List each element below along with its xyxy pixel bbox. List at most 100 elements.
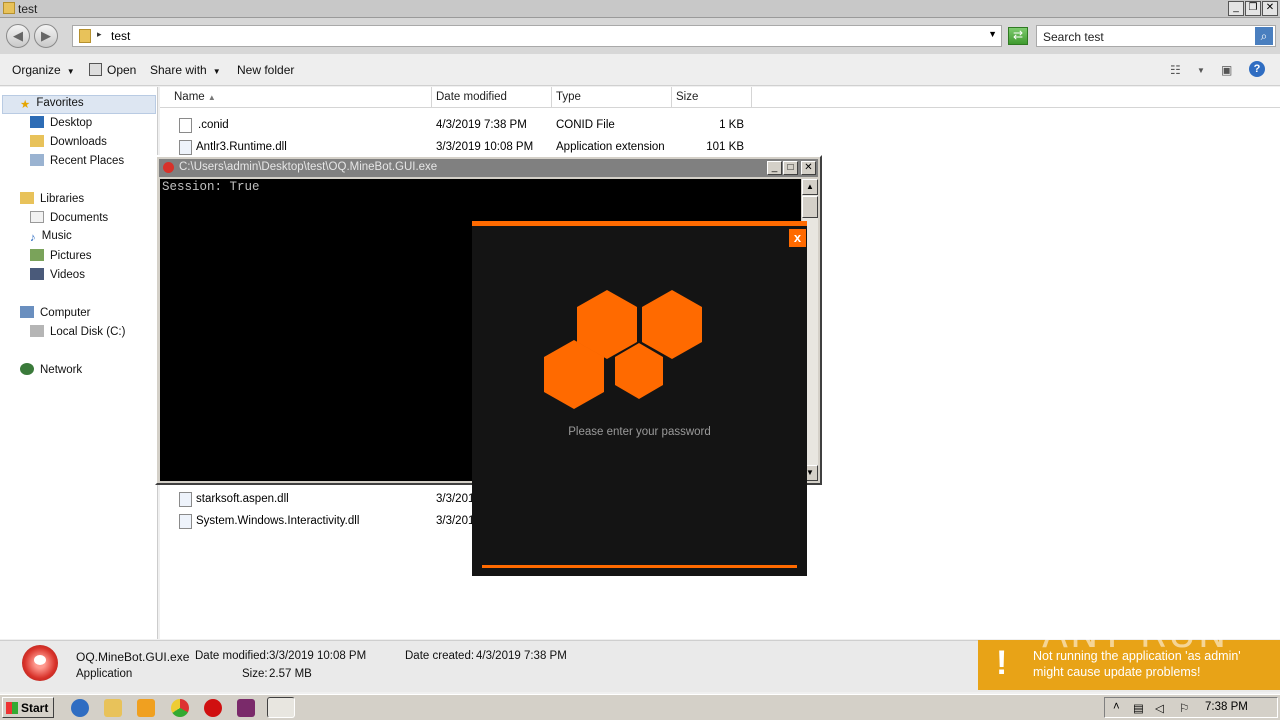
flag-icon[interactable]: ⚐ (1179, 701, 1189, 715)
music-icon: ♪ (30, 232, 36, 244)
nav-label: Computer (40, 307, 91, 319)
file-row[interactable]: .conid 4/3/2019 7:38 PM CONID File 1 KB (160, 116, 1280, 136)
console-minimize-button[interactable]: _ (767, 161, 782, 175)
forward-button[interactable]: ▶ (34, 24, 58, 48)
chevron-up-icon[interactable]: ˄ (1113, 701, 1120, 713)
anyrun-watermark: ANY RUN (1042, 612, 1229, 656)
file-date: 3/3/201 (436, 493, 475, 505)
close-button[interactable]: ✕ (1262, 1, 1278, 16)
chevron-down-icon[interactable]: ▼ (988, 29, 997, 39)
chevron-right-icon[interactable]: ▸ (97, 29, 102, 40)
file-type: CONID File (556, 119, 615, 131)
file-name: System.Windows.Interactivity.dll (196, 515, 360, 527)
explorer-icon[interactable] (104, 699, 122, 717)
details-filename: OQ.MineBot.GUI.exe (76, 650, 190, 664)
organize-button[interactable]: Organize ▼ (12, 63, 75, 77)
minebot-taskbar-button[interactable] (267, 697, 295, 718)
address-path[interactable]: test (111, 29, 130, 43)
nav-item-desktop[interactable]: Desktop (30, 116, 92, 129)
windows-logo-icon (6, 702, 18, 714)
start-button[interactable]: Start (2, 697, 54, 718)
help-icon[interactable]: ? (1249, 61, 1265, 77)
console-maximize-button[interactable]: □ (783, 161, 798, 175)
minebot-app-icon (22, 645, 58, 681)
explorer-title-bar: test _ ❐ ✕ (0, 0, 1280, 18)
search-input[interactable]: Search test ⌕ (1036, 25, 1276, 47)
details-date-modified-label: Date modified: (195, 650, 270, 662)
network-tray-icon[interactable]: ▤ (1133, 701, 1144, 715)
winrar-icon[interactable] (237, 699, 255, 717)
scroll-thumb[interactable] (802, 196, 818, 218)
share-with-label: Share with (150, 63, 207, 77)
minimize-button[interactable]: _ (1228, 1, 1244, 16)
console-title-bar[interactable]: C:\Users\admin\Desktop\test\OQ.MineBot.G… (159, 159, 818, 177)
search-placeholder: Search test (1043, 30, 1104, 44)
nav-item-music[interactable]: ♪ Music (30, 230, 72, 244)
window-title: test (18, 2, 38, 16)
file-name: .conid (198, 119, 229, 131)
console-close-button[interactable]: ✕ (801, 161, 816, 175)
recent-places-icon (30, 154, 44, 166)
file-type: Application extension (556, 141, 665, 153)
chevron-down-icon[interactable]: ▼ (1197, 66, 1205, 75)
chrome-icon[interactable] (171, 699, 189, 717)
search-icon[interactable]: ⌕ (1255, 27, 1273, 45)
libraries-icon (20, 192, 34, 204)
opera-icon[interactable] (204, 699, 222, 717)
nav-item-recent-places[interactable]: Recent Places (30, 154, 124, 167)
volume-icon[interactable]: ◁ (1155, 701, 1164, 715)
restore-button[interactable]: ❐ (1245, 1, 1261, 16)
file-size: 1 KB (719, 119, 744, 131)
documents-icon (30, 211, 44, 223)
clock[interactable]: 7:38 PM (1205, 701, 1248, 713)
nav-label: Pictures (50, 250, 92, 262)
column-header-date[interactable]: Date modified (432, 87, 552, 108)
downloads-icon (30, 135, 44, 147)
nav-item-pictures[interactable]: Pictures (30, 249, 92, 262)
file-date: 3/3/2019 10:08 PM (436, 141, 534, 153)
file-date: 3/3/201 (436, 515, 475, 527)
password-prompt: Please enter your password (568, 426, 711, 438)
scroll-up-arrow-icon[interactable]: ▲ (802, 179, 818, 195)
preview-pane-icon[interactable]: ▣ (1221, 63, 1232, 77)
column-header-size[interactable]: Size (672, 87, 752, 108)
open-icon (89, 63, 102, 76)
computer-icon (20, 306, 34, 318)
nav-item-downloads[interactable]: Downloads (30, 135, 107, 148)
column-header-type[interactable]: Type (552, 87, 672, 108)
nav-item-local-disk[interactable]: Local Disk (C:) (30, 325, 125, 338)
open-button[interactable]: Open (107, 63, 136, 77)
videos-icon (30, 268, 44, 280)
view-options-icon[interactable]: ☷ (1170, 63, 1181, 77)
file-name: Antlr3.Runtime.dll (196, 141, 287, 153)
star-icon: ★ (20, 99, 31, 111)
disk-icon (30, 325, 44, 337)
media-player-icon[interactable] (137, 699, 155, 717)
file-icon (179, 118, 192, 133)
address-bar[interactable]: ▸ test ▼ (72, 25, 1002, 47)
details-kind: Application (76, 668, 133, 680)
details-date-created-label: Date created: (405, 650, 475, 662)
organize-label: Organize (12, 63, 61, 77)
navigation-pane: ★ Favorites Desktop Downloads Recent Plac… (0, 87, 158, 639)
internet-explorer-icon[interactable] (71, 699, 89, 717)
nav-item-documents[interactable]: Documents (30, 211, 108, 224)
nav-label: Favorites (36, 97, 84, 109)
warning-icon: ! (996, 644, 1008, 682)
console-title: C:\Users\admin\Desktop\test\OQ.MineBot.G… (179, 161, 438, 173)
back-button[interactable]: ◀ (6, 24, 30, 48)
folder-icon (79, 29, 91, 43)
nav-item-libraries[interactable]: Libraries (20, 192, 84, 205)
column-header-name[interactable]: Name ▲ (170, 87, 432, 108)
nav-item-computer[interactable]: Computer (20, 306, 91, 319)
dialog-close-button[interactable]: x (789, 229, 806, 247)
nav-item-videos[interactable]: Videos (30, 268, 85, 281)
nav-item-favorites[interactable]: ★ Favorites (20, 97, 84, 111)
password-input-underline[interactable] (482, 565, 797, 568)
refresh-button[interactable]: ⇄ (1008, 27, 1028, 45)
details-size-label: Size: (242, 668, 268, 680)
dll-file-icon (179, 514, 192, 529)
new-folder-button[interactable]: New folder (237, 63, 294, 77)
nav-item-network[interactable]: Network (20, 363, 82, 376)
share-with-button[interactable]: Share with ▼ (150, 63, 221, 77)
